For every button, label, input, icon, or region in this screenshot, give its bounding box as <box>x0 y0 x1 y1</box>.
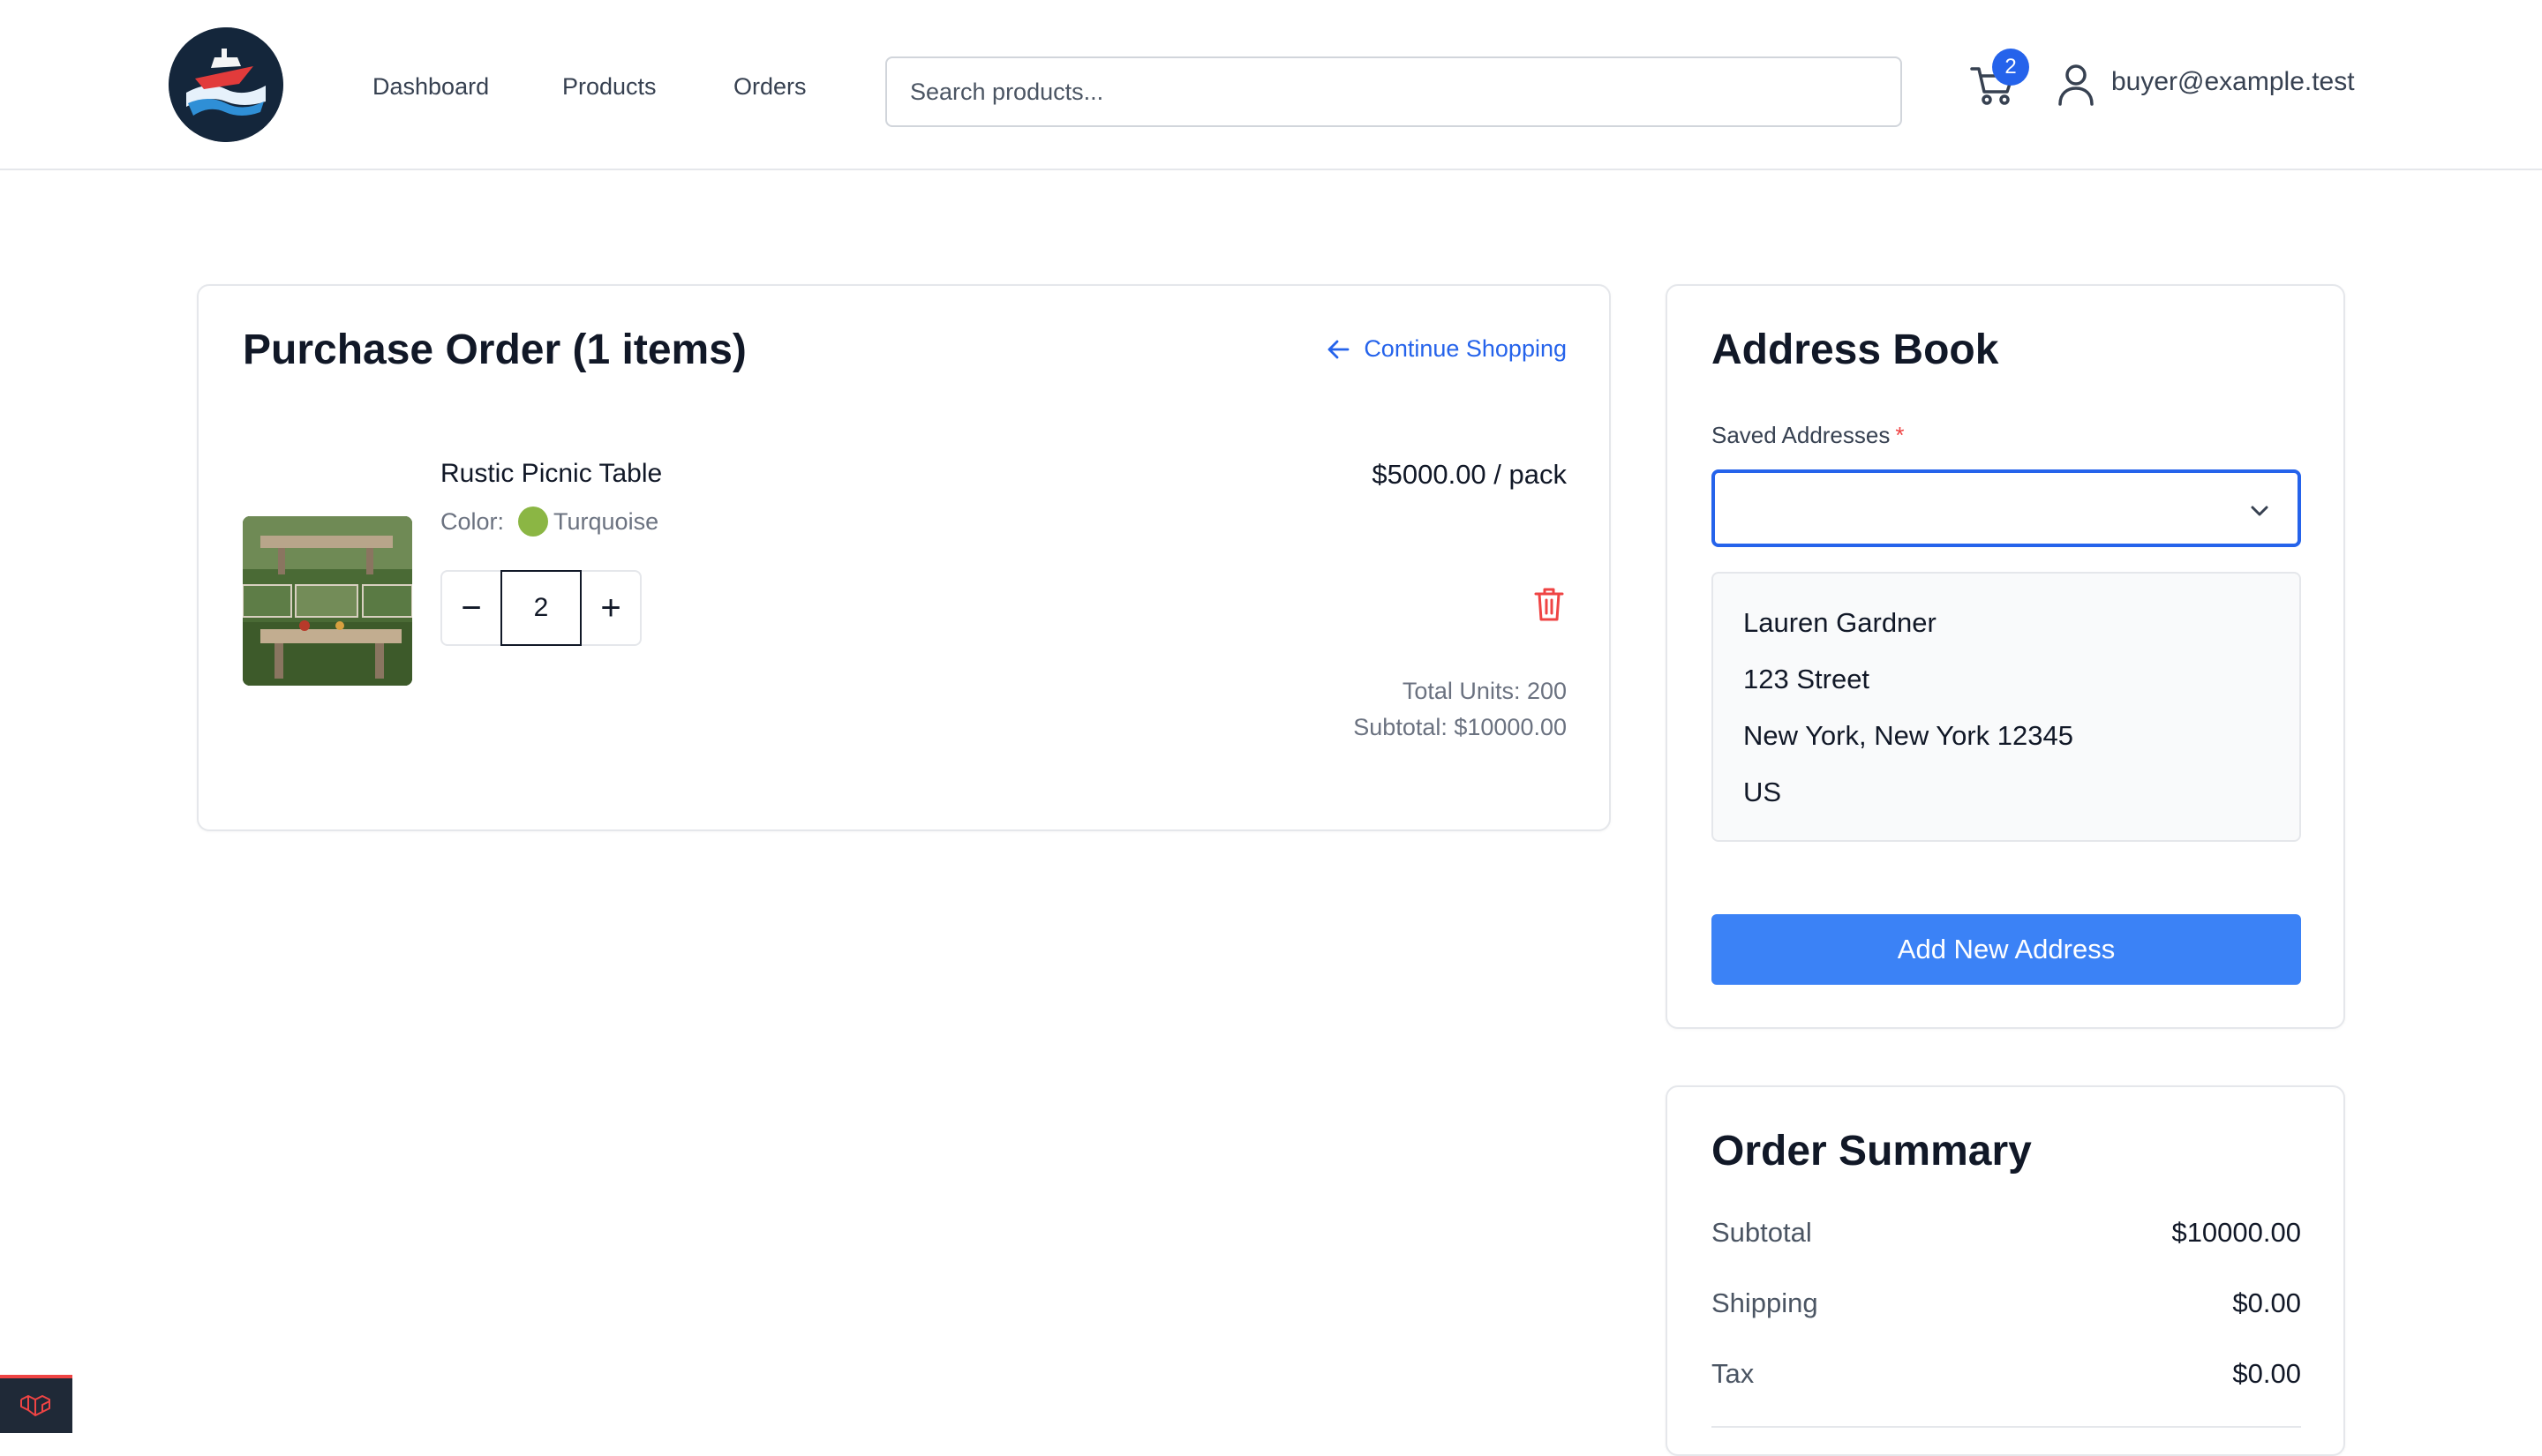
product-image <box>243 516 412 686</box>
add-new-address-button[interactable]: Add New Address <box>1711 914 2301 985</box>
search-input[interactable] <box>885 56 1902 127</box>
color-name: Turquoise <box>553 507 659 535</box>
address-details: Lauren Gardner 123 Street New York, New … <box>1711 572 2301 842</box>
cart-count-badge: 2 <box>1992 49 2029 86</box>
continue-shopping-label: Continue Shopping <box>1364 335 1567 362</box>
arrow-left-icon <box>1327 340 1350 358</box>
address-book-title: Address Book <box>1711 326 1999 373</box>
address-name: Lauren Gardner <box>1743 607 1937 638</box>
purchase-order-title: Purchase Order (1 items) <box>243 326 747 373</box>
required-mark: * <box>1895 422 1905 448</box>
increment-button[interactable]: + <box>582 572 640 644</box>
color-label: Color: <box>440 507 505 535</box>
user-email[interactable]: buyer@example.test <box>2111 67 2355 97</box>
address-country: US <box>1743 777 1782 807</box>
total-units: Total Units: 200 <box>1402 678 1567 704</box>
product-color: Color: Turquoise <box>440 507 658 537</box>
continue-shopping-link[interactable]: Continue Shopping <box>1327 335 1567 363</box>
user-icon[interactable] <box>2057 64 2095 106</box>
saved-addresses-select[interactable] <box>1711 469 2301 547</box>
product-name[interactable]: Rustic Picnic Table <box>440 459 662 489</box>
saved-addresses-label: Saved Addresses * <box>1711 422 1904 449</box>
brand-logo[interactable] <box>169 27 283 142</box>
order-summary-card: Order Summary Subtotal $10000.00 Shippin… <box>1666 1085 2345 1456</box>
delete-item-button[interactable] <box>1533 586 1565 623</box>
quantity-input[interactable] <box>500 570 582 646</box>
summary-subtotal-label: Subtotal <box>1711 1217 1812 1248</box>
summary-divider <box>1711 1426 2301 1428</box>
summary-shipping-value: $0.00 <box>2232 1287 2301 1318</box>
summary-shipping-label: Shipping <box>1711 1287 1818 1318</box>
summary-subtotal-value: $10000.00 <box>2171 1217 2301 1248</box>
logo-icon <box>169 27 283 142</box>
trash-icon <box>1534 588 1564 621</box>
address-city: New York, New York 12345 <box>1743 720 2073 751</box>
product-price: $5000.00 / pack <box>1372 459 1567 490</box>
summary-tax-label: Tax <box>1711 1358 1755 1389</box>
quantity-stepper: − + <box>440 570 642 646</box>
nav-dashboard[interactable]: Dashboard <box>372 71 489 102</box>
purchase-order-card: Purchase Order (1 items) Continue Shoppi… <box>197 284 1611 831</box>
chevron-down-icon <box>2251 506 2268 516</box>
top-navbar: Dashboard Products Orders 2 buyer@exampl… <box>0 0 2542 170</box>
decrement-button[interactable]: − <box>442 572 500 644</box>
saved-addresses-text: Saved Addresses <box>1711 422 1891 448</box>
debugbar-toggle[interactable] <box>0 1375 72 1433</box>
laravel-icon <box>20 1395 50 1416</box>
summary-tax-value: $0.00 <box>2232 1358 2301 1389</box>
address-book-card: Address Book Saved Addresses * Lauren Gar… <box>1666 284 2345 1029</box>
nav-orders[interactable]: Orders <box>733 71 807 102</box>
nav-products[interactable]: Products <box>562 71 657 102</box>
color-swatch <box>518 507 549 537</box>
order-summary-title: Order Summary <box>1711 1128 2032 1175</box>
item-subtotal: Subtotal: $10000.00 <box>1353 714 1567 740</box>
address-street: 123 Street <box>1743 664 1870 694</box>
